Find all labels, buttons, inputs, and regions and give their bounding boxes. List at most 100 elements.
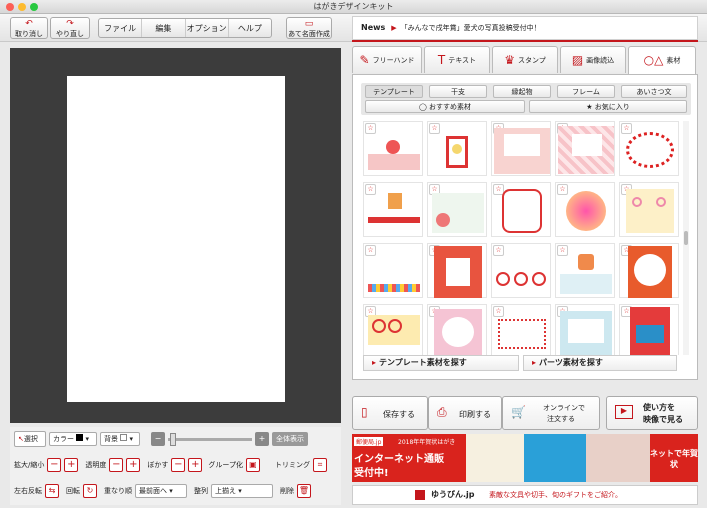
tab-materials[interactable]: ○△ 素材 [628, 46, 696, 74]
flip-icon[interactable]: ⇆ [45, 484, 59, 498]
color-picker[interactable]: カラー ▾ [49, 432, 97, 446]
menu-file[interactable]: ファイル [99, 19, 143, 37]
favorite-star-icon[interactable]: ☆ [365, 123, 376, 134]
template-thumb[interactable]: ☆ [619, 182, 679, 237]
scrollbar-thumb[interactable] [684, 231, 688, 245]
trash-icon[interactable]: 🗑 [297, 484, 311, 498]
postcard-canvas[interactable] [67, 76, 285, 402]
menu-edit[interactable]: 編集 [142, 19, 186, 37]
minimize-window-icon[interactable] [18, 3, 26, 11]
cat-frame[interactable]: フレーム [557, 85, 615, 98]
opacity-down-button[interactable]: − [109, 458, 124, 472]
cat-eto[interactable]: 干支 [429, 85, 487, 98]
template-thumb[interactable]: ☆ [555, 121, 615, 176]
template-thumb[interactable]: ☆ [363, 121, 423, 176]
template-thumb[interactable]: ☆ [363, 243, 423, 298]
menu-options[interactable]: オプション [186, 19, 229, 37]
template-thumb[interactable]: ☆ [491, 304, 551, 355]
ad-banner[interactable]: 郵便局.jp 2018年年賀状はがき インターネット通販 受付中! ネットで年賀… [352, 434, 698, 482]
cat-lucky[interactable]: 縁起物 [493, 85, 551, 98]
crop-icon[interactable]: ⌗ [312, 458, 327, 472]
trim-label: トリミング [274, 461, 310, 469]
favorite-star-icon[interactable]: ☆ [557, 184, 568, 195]
play-icon: ▶ [615, 405, 633, 419]
banner-left: 郵便局.jp 2018年年賀状はがき インターネット通販 受付中! [352, 434, 466, 482]
fullview-button[interactable]: 全体表示 [272, 432, 308, 446]
favorite-star-icon[interactable]: ☆ [557, 245, 568, 256]
save-button[interactable]: ▯ 保存する [352, 396, 428, 430]
align-select[interactable]: 上揃え ▾ [211, 484, 273, 498]
window-title: はがきデザインキット [313, 2, 394, 11]
template-thumb[interactable]: ☆ [427, 182, 487, 237]
close-window-icon[interactable] [6, 3, 14, 11]
banner-card-3 [586, 434, 650, 482]
template-thumb[interactable]: ☆ [427, 243, 487, 298]
zoom-in-button[interactable]: + [255, 432, 269, 446]
news-bar[interactable]: News ▶ 「みんなで戌年賞」愛犬の写真投稿受付中！ [352, 16, 698, 40]
menu-help[interactable]: ヘルプ [229, 19, 271, 37]
print-button[interactable]: ⎙ 印刷する [428, 396, 502, 430]
template-thumb[interactable]: ☆ [427, 121, 487, 176]
template-thumb[interactable]: ☆ [555, 243, 615, 298]
arrow-right-icon: ▸ [372, 358, 377, 367]
redo-button[interactable]: ↷ やり直し [50, 17, 90, 39]
video-help-button[interactable]: ▶ 使い方を 映像で見る [606, 396, 698, 430]
template-thumb[interactable]: ☆ [555, 304, 615, 355]
tab-freehand[interactable]: ✎ フリーハンド [352, 46, 422, 73]
order-select[interactable]: 最前面へ ▾ [135, 484, 187, 498]
zoom-window-icon[interactable] [30, 3, 38, 11]
address-side-button[interactable]: ▭ あて名面作成 [286, 17, 332, 39]
post-mark-icon [415, 490, 425, 500]
favorite-star-icon[interactable]: ☆ [493, 306, 504, 317]
scale-down-button[interactable]: − [47, 458, 62, 472]
template-thumb[interactable]: ☆ [363, 182, 423, 237]
blur-down-button[interactable]: − [171, 458, 186, 472]
cat-greeting[interactable]: あいさつ文 [621, 85, 687, 98]
main-menu: ファイル 編集 オプション ヘルプ [98, 18, 272, 38]
background-picker[interactable]: 背景 ▾ [100, 432, 140, 446]
template-thumb[interactable]: ☆ [491, 182, 551, 237]
template-thumb[interactable]: ☆ [427, 304, 487, 355]
template-thumb[interactable]: ☆ [555, 182, 615, 237]
blur-up-button[interactable]: + [188, 458, 203, 472]
template-thumb[interactable]: ☆ [491, 243, 551, 298]
yubin-bar[interactable]: ゆうびん.jp 素敵な文具や切手、旬のギフトをご紹介。 [352, 485, 698, 505]
tab-image-load[interactable]: ▨ 画像読込 [560, 46, 626, 73]
favorite-star-icon[interactable]: ☆ [365, 184, 376, 195]
favorite-star-icon[interactable]: ☆ [493, 245, 504, 256]
opacity-label: 透明度 [85, 461, 107, 469]
group-label: グループ化 [208, 461, 243, 469]
color-swatch [76, 434, 84, 441]
undo-button[interactable]: ↶ 取り消し [10, 17, 48, 39]
template-thumb[interactable]: ☆ [491, 121, 551, 176]
zoom-out-button[interactable]: − [151, 432, 165, 446]
cart-icon: 🛒 [511, 405, 526, 419]
scale-up-button[interactable]: + [64, 458, 79, 472]
template-thumb[interactable]: ☆ [363, 304, 423, 355]
cat-template[interactable]: テンプレート [365, 85, 423, 98]
search-parts-button[interactable]: ▸ パーツ素材を探す [523, 355, 677, 371]
zoom-slider[interactable] [168, 432, 252, 446]
favorite-star-icon[interactable]: ☆ [621, 123, 632, 134]
tab-stamp[interactable]: ♛ スタンプ [492, 46, 558, 73]
template-thumb[interactable]: ☆ [619, 243, 679, 298]
blur-label: ぼかす [147, 461, 169, 469]
template-thumb[interactable]: ☆ [619, 121, 679, 176]
opacity-up-button[interactable]: + [126, 458, 141, 472]
select-tool-button[interactable]: ↖選択 [14, 431, 46, 447]
tab-text[interactable]: T テキスト [424, 46, 490, 73]
favorites-button[interactable]: ★ お気に入り [529, 100, 687, 113]
tool-tabs: ✎ フリーハンド T テキスト ♛ スタンプ ▨ 画像読込 ○△ 素材 [352, 46, 698, 74]
search-template-button[interactable]: ▸ テンプレート素材を探す [363, 355, 519, 371]
template-thumb[interactable]: ☆ [619, 304, 679, 355]
online-order-button[interactable]: 🛒 オンラインで 注文する [502, 396, 600, 430]
recommend-button[interactable]: ◯ おすすめ素材 [365, 100, 525, 113]
speech-bubble-icon: ◯ [418, 103, 427, 111]
favorite-star-icon[interactable]: ☆ [429, 123, 440, 134]
rotate-icon[interactable]: ↻ [83, 484, 97, 498]
grid-scrollbar[interactable] [683, 121, 689, 355]
zoom-slider-handle[interactable] [170, 432, 176, 446]
favorite-star-icon[interactable]: ☆ [365, 245, 376, 256]
printer-icon: ⎙ [437, 405, 447, 419]
group-icon[interactable]: ▣ [245, 458, 260, 472]
